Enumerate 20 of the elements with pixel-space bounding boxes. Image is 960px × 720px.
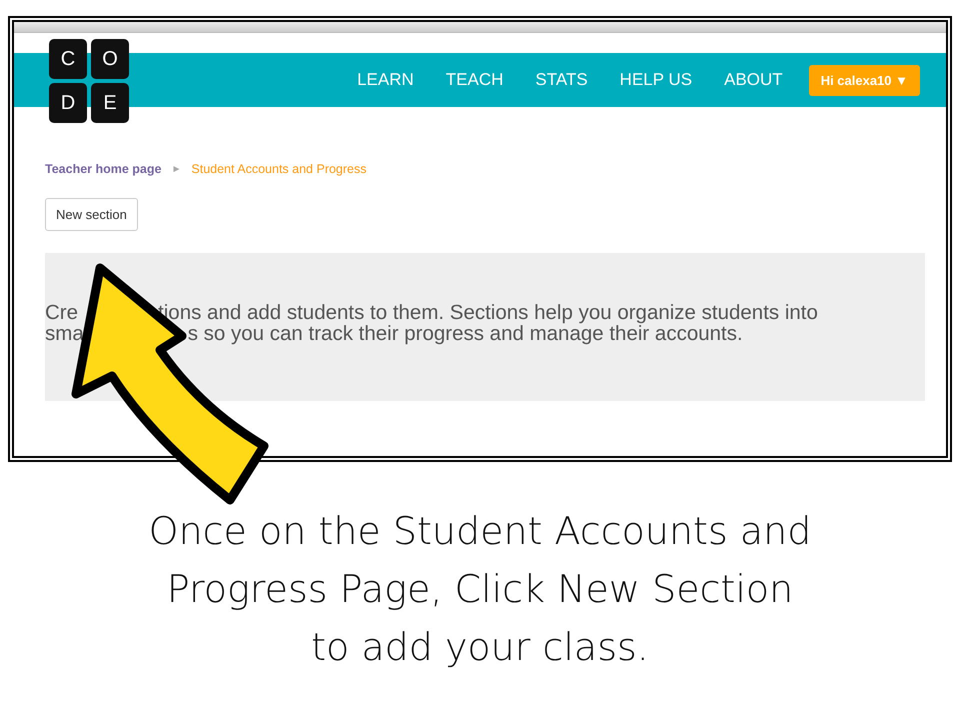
breadcrumb-link[interactable]: Teacher home page (45, 162, 162, 176)
panel-text: Cre (45, 302, 78, 323)
breadcrumb-separator: ► (171, 164, 182, 174)
logo-tile: C (49, 39, 87, 79)
breadcrumb-link[interactable]: Student Accounts and Progress (191, 162, 367, 176)
panel-text: sma (45, 323, 84, 344)
panel-text: s so you can track their progress and manage their accounts. (188, 323, 743, 344)
logo-tile: D (49, 83, 87, 123)
nav-link[interactable]: STATS (519, 70, 604, 90)
caption-line: Once on the Student Accounts and (148, 508, 812, 555)
nav-link[interactable]: ABOUT (708, 70, 799, 90)
new-section-button[interactable]: New section (45, 198, 138, 231)
nav-link[interactable]: TEACH (430, 70, 520, 90)
nav-link[interactable]: LEARN (341, 70, 430, 90)
logo-tile: E (91, 83, 129, 123)
user-menu-button[interactable]: Hi calexa10 ▼ (808, 64, 920, 96)
logo-tile: O (91, 39, 129, 79)
nav-link[interactable]: HELP US (604, 70, 708, 90)
caption-line: Progress Page, Click New Section (166, 566, 794, 613)
caption-line: to add your class. (311, 624, 649, 671)
